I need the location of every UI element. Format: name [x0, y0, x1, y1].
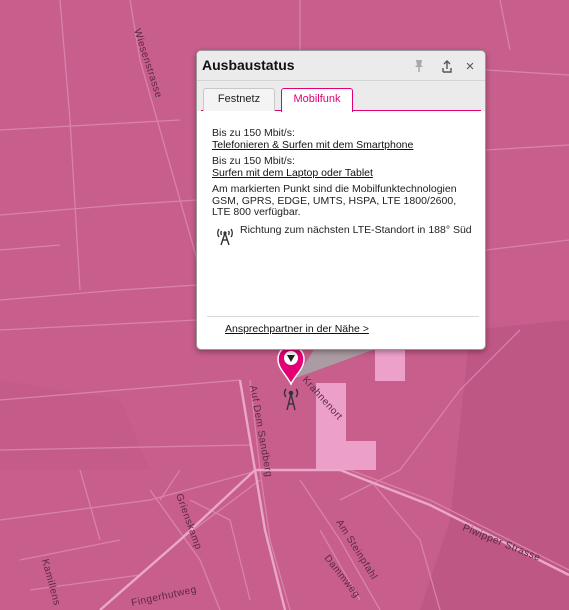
- antenna-icon: [217, 228, 233, 245]
- ausbaustatus-popup: Ausbaustatus × Festnetz Mobilfunk Bis zu…: [196, 50, 486, 350]
- tab-festnetz[interactable]: Festnetz: [203, 88, 275, 111]
- pin-icon[interactable]: [412, 59, 426, 73]
- footer-divider: [207, 316, 479, 317]
- speed-block-smartphone: Bis zu 150 Mbit/s: Telefonieren & Surfen…: [212, 127, 474, 152]
- technology-info: Am markierten Punkt sind die Mobilfunkte…: [212, 183, 457, 218]
- laptop-link[interactable]: Surfen mit dem Laptop oder Tablet: [212, 167, 474, 180]
- popup-title: Ausbaustatus: [202, 57, 295, 73]
- popup-header: Ausbaustatus ×: [197, 51, 485, 81]
- popup-content: Bis zu 150 Mbit/s: Telefonieren & Surfen…: [212, 127, 474, 245]
- share-icon[interactable]: [440, 59, 454, 73]
- speed-heading: Bis zu 150 Mbit/s:: [212, 127, 295, 139]
- lte-direction-text: Richtung zum nächsten LTE-Standort in 18…: [240, 223, 472, 236]
- tab-mobilfunk[interactable]: Mobilfunk: [281, 88, 353, 112]
- close-icon[interactable]: ×: [463, 58, 477, 75]
- smartphone-link[interactable]: Telefonieren & Surfen mit dem Smartphone: [212, 139, 474, 152]
- contact-link[interactable]: Ansprechpartner in der Nähe >: [225, 323, 369, 335]
- speed-block-laptop: Bis zu 150 Mbit/s: Surfen mit dem Laptop…: [212, 155, 474, 180]
- lte-direction-row: Richtung zum nächsten LTE-Standort in 18…: [212, 223, 474, 245]
- speed-heading: Bis zu 150 Mbit/s:: [212, 155, 295, 167]
